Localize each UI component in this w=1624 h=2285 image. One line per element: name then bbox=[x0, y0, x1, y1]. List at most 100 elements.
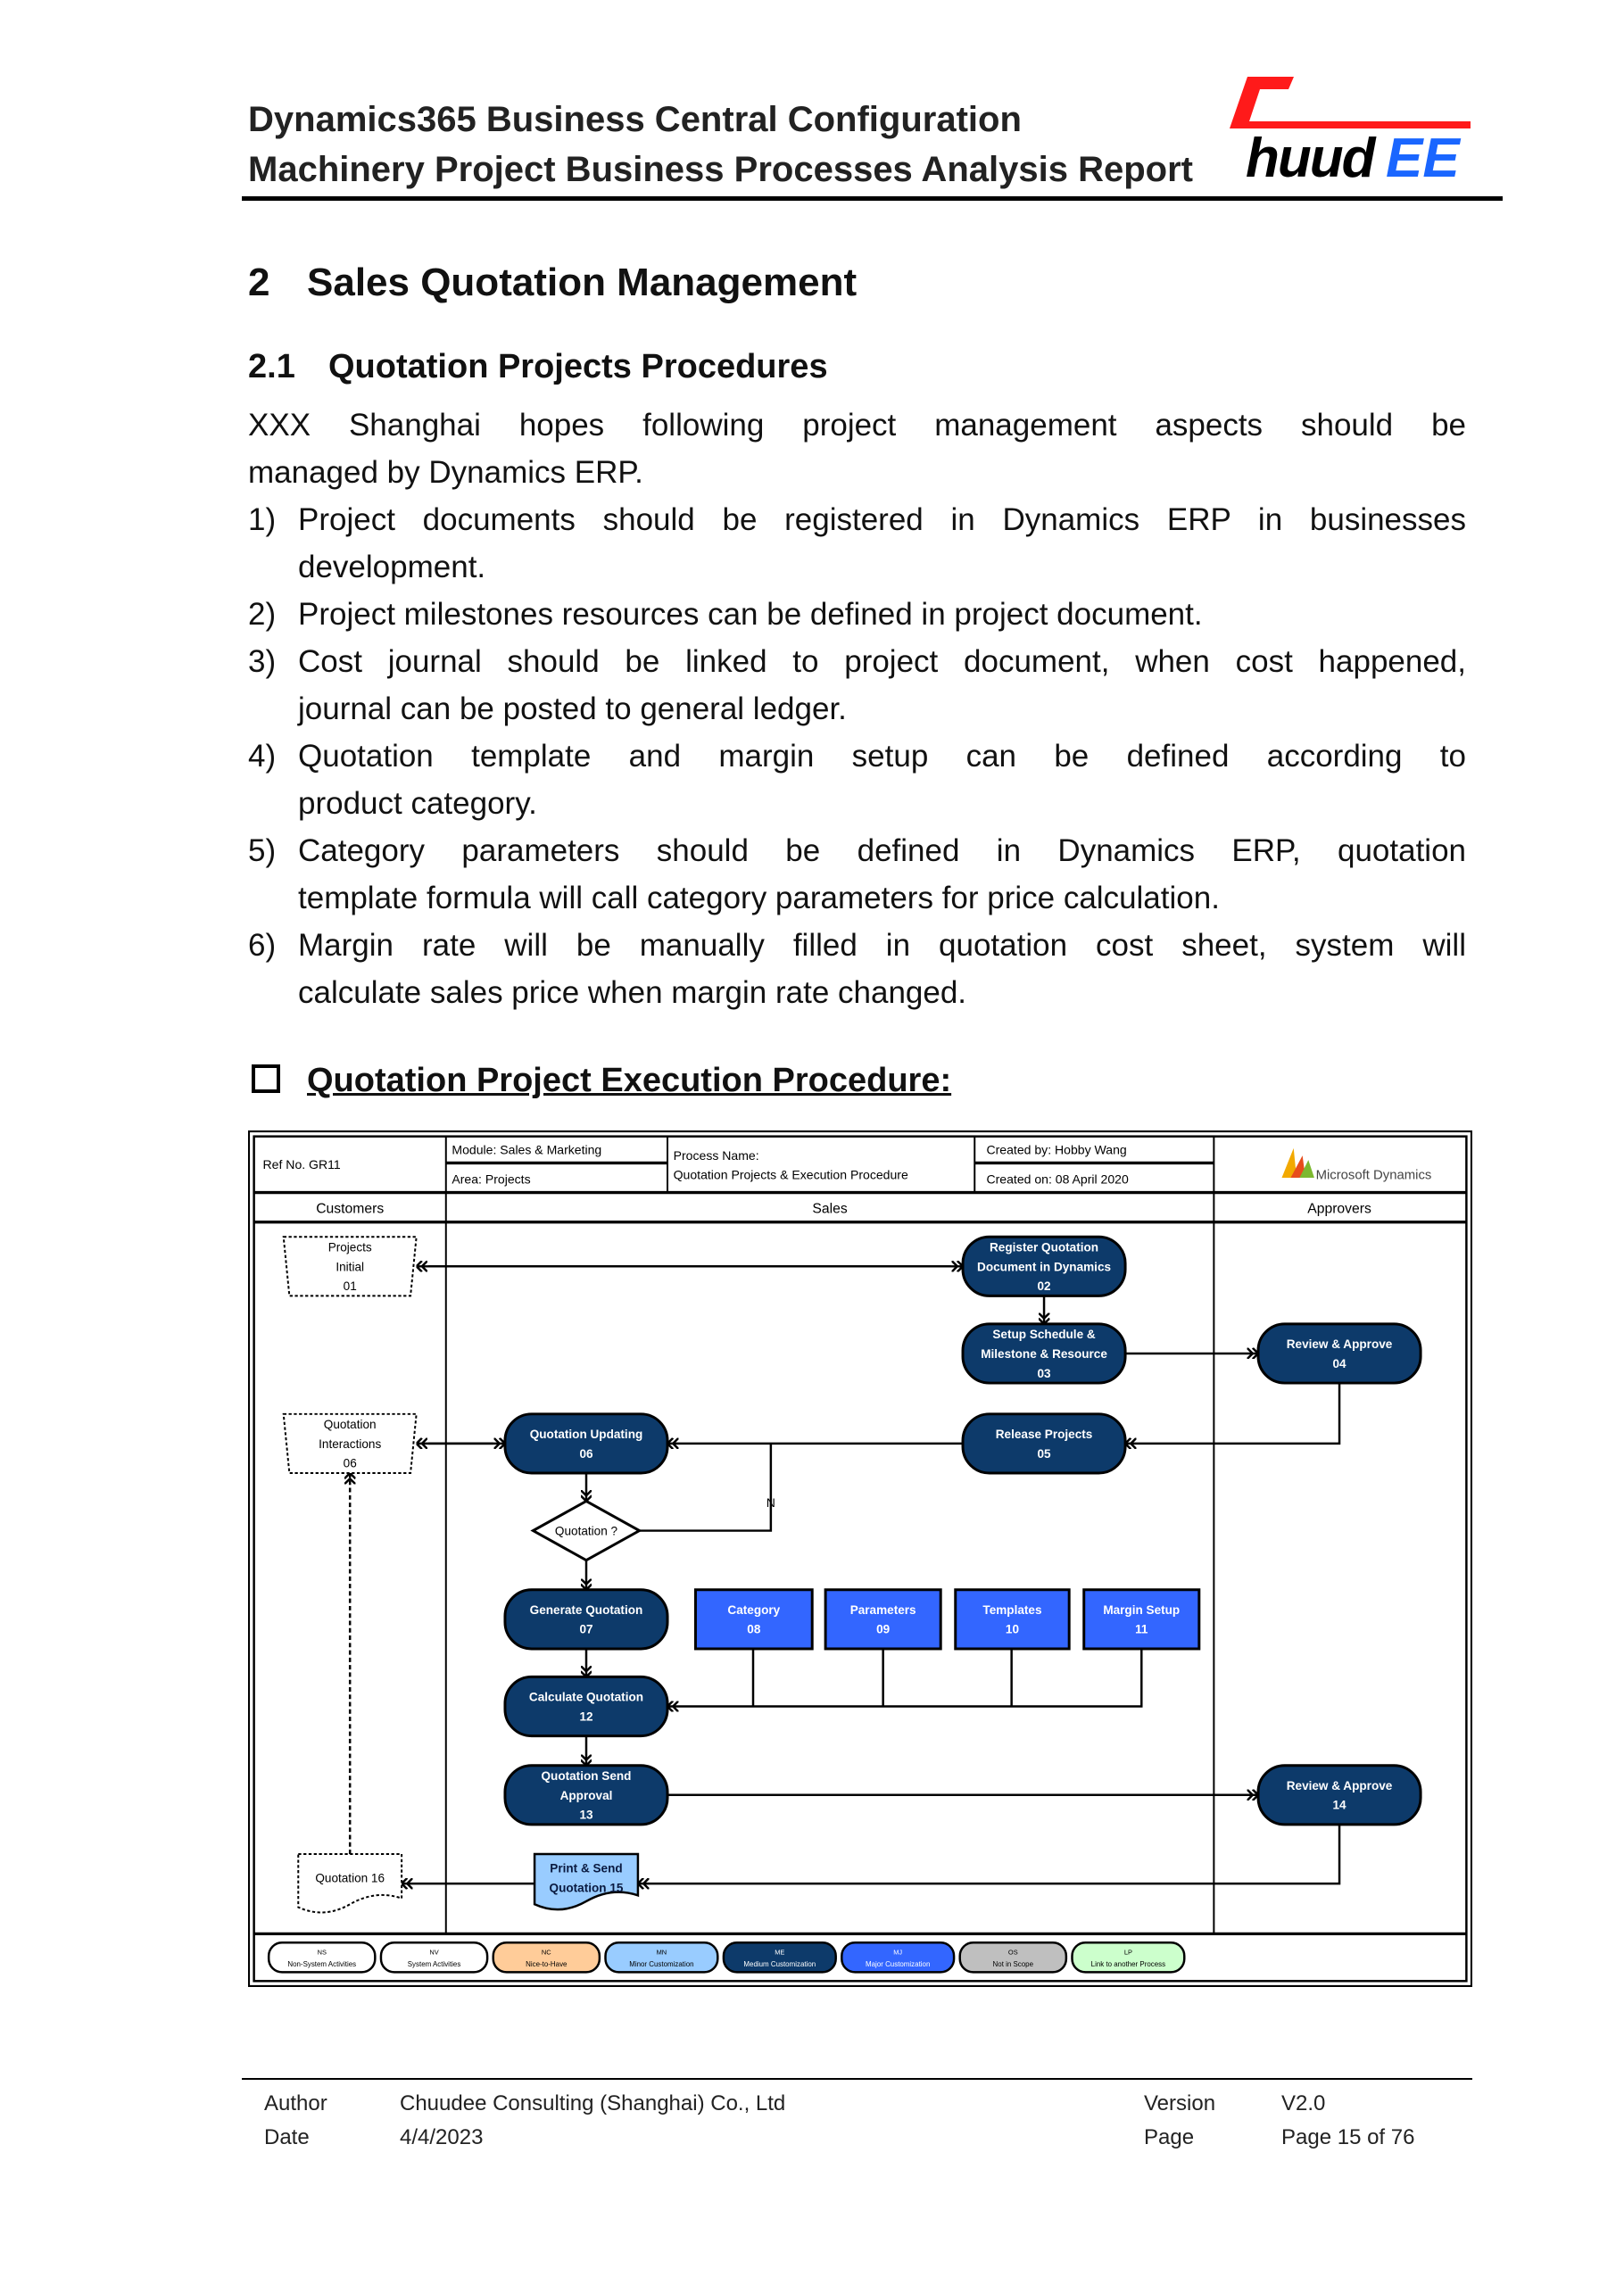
footer-date: 4/4/2023 bbox=[400, 2125, 484, 2149]
created-on: Created on: 08 April 2020 bbox=[987, 1172, 1129, 1187]
created-by: Created by: Hobby Wang bbox=[987, 1143, 1127, 1157]
node-label: Initial bbox=[336, 1260, 364, 1273]
node-label: 01 bbox=[344, 1279, 357, 1293]
list-item: 2) Project milestones resources can be de… bbox=[248, 591, 1466, 638]
legend-item-lp: LP Link to another Process bbox=[1071, 1941, 1186, 1974]
node-label: 02 bbox=[1038, 1279, 1051, 1293]
node-label: Interactions bbox=[319, 1437, 381, 1451]
process-node-n15[interactable]: Print & Send Quotation 15 bbox=[533, 1852, 640, 1911]
svg-text:OS: OS bbox=[1008, 1949, 1018, 1957]
list-number: 2) bbox=[248, 597, 277, 632]
process-node-n13[interactable]: Quotation Send Approval 13 bbox=[503, 1764, 669, 1826]
node-label: 11 bbox=[1135, 1623, 1148, 1636]
list-item-line: template formula will call category para… bbox=[298, 881, 1220, 915]
list-number: 4) bbox=[248, 739, 277, 774]
process-flow-diagram: Ref No. GR11 Module: Sales & Marketing A… bbox=[248, 1130, 1472, 1987]
document-title-line2: Machinery Project Business Processes Ana… bbox=[248, 150, 1193, 189]
node-label: Parameters bbox=[850, 1603, 916, 1617]
document-title-line1: Dynamics365 Business Central Configurati… bbox=[248, 100, 1022, 139]
node-label: Milestone & Resource bbox=[981, 1347, 1107, 1361]
intro-line: managed by Dynamics ERP. bbox=[248, 455, 643, 490]
footer-page: Page 15 of 76 bbox=[1281, 2125, 1415, 2149]
list-item: 5) Category parameters should be defined … bbox=[248, 827, 1466, 922]
process-node-n05[interactable]: Release Projects 05 bbox=[961, 1412, 1127, 1475]
list-item-line: Project milestones resources can be defi… bbox=[298, 597, 1203, 632]
process-node-n01[interactable]: Projects Initial 01 bbox=[282, 1236, 418, 1297]
process-node-n10[interactable]: Templates 10 bbox=[954, 1588, 1071, 1651]
svg-text:Nice-to-Have: Nice-to-Have bbox=[526, 1960, 568, 1968]
node-label: Projects bbox=[328, 1240, 372, 1254]
process-node-n07[interactable]: Generate Quotation 07 bbox=[503, 1588, 669, 1651]
body-text: XXX Shanghai hopes following project man… bbox=[248, 402, 1466, 1016]
node-label: Print & Send bbox=[550, 1862, 622, 1875]
list-item-line: Quotation template and margin setup can … bbox=[298, 739, 1466, 774]
footer-version-label: Version bbox=[1144, 2091, 1216, 2115]
list-item: 4) Quotation template and margin setup ca… bbox=[248, 733, 1466, 827]
svg-text:System Activities: System Activities bbox=[408, 1960, 461, 1968]
checkbox-icon[interactable] bbox=[252, 1064, 280, 1093]
legend-item-mj: MJ Major Customization bbox=[841, 1941, 956, 1974]
svg-text:Link to another Process: Link to another Process bbox=[1091, 1960, 1165, 1968]
process-node-n14[interactable]: Review & Approve 14 bbox=[1256, 1764, 1422, 1826]
node-label: Setup Schedule & bbox=[992, 1328, 1096, 1341]
lane-customers: Customers bbox=[316, 1202, 384, 1217]
flow-connectors bbox=[350, 1266, 1341, 1883]
process-name: Quotation Projects & Execution Procedure bbox=[674, 1168, 908, 1182]
process-node-n09[interactable]: Parameters 09 bbox=[824, 1588, 942, 1651]
svg-text:MJ: MJ bbox=[893, 1949, 902, 1957]
process-node-c06[interactable]: Quotation Interactions 06 bbox=[282, 1412, 418, 1475]
diagram-frame bbox=[248, 1130, 1472, 1987]
svg-text:NC: NC bbox=[542, 1949, 551, 1957]
node-label: 06 bbox=[579, 1447, 593, 1461]
node-label: Review & Approve bbox=[1287, 1337, 1393, 1351]
process-node-n06[interactable]: Quotation Updating 06 bbox=[503, 1412, 669, 1475]
list-item-line: Cost journal should be linked to project… bbox=[298, 644, 1466, 679]
process-node-dq[interactable]: Quotation ? bbox=[530, 1499, 642, 1562]
intro-line: XXX Shanghai hopes following project man… bbox=[248, 408, 1466, 443]
section-heading: 2 Sales Quotation Management bbox=[248, 261, 858, 304]
list-item-line: product category. bbox=[298, 786, 537, 821]
node-label: Margin Setup bbox=[1103, 1603, 1180, 1617]
node-label: 14 bbox=[1333, 1799, 1347, 1812]
node-label: Quotation 15 bbox=[550, 1881, 624, 1894]
process-node-c16[interactable]: Quotation 16 bbox=[297, 1853, 403, 1914]
node-label: Quotation bbox=[324, 1418, 377, 1431]
node-label: 12 bbox=[579, 1710, 592, 1723]
list-item-line: Category parameters should be defined in… bbox=[298, 833, 1466, 868]
node-label: Quotation ? bbox=[555, 1525, 618, 1538]
svg-text:Microsoft Dynamics: Microsoft Dynamics bbox=[1316, 1169, 1432, 1183]
legend-item-me: ME Medium Customization bbox=[722, 1941, 837, 1974]
svg-text:Medium Customization: Medium Customization bbox=[743, 1960, 816, 1968]
svg-text:NS: NS bbox=[318, 1949, 327, 1957]
svg-text:Not in Scope: Not in Scope bbox=[993, 1960, 1034, 1968]
node-label: Release Projects bbox=[996, 1428, 1093, 1441]
node-label: Quotation Send bbox=[542, 1769, 632, 1783]
node-label: Register Quotation bbox=[990, 1240, 1098, 1254]
list-item-line: calculate sales price when margin rate c… bbox=[298, 975, 967, 1010]
module-label: Module: Sales & Marketing bbox=[452, 1143, 601, 1157]
legend-item-os: OS Not in Scope bbox=[958, 1941, 1068, 1974]
svg-text:LP: LP bbox=[1124, 1949, 1132, 1957]
lane-sales: Sales bbox=[812, 1202, 847, 1217]
node-label: Generate Quotation bbox=[530, 1603, 643, 1617]
header-rule bbox=[242, 196, 1503, 201]
process-node-n12[interactable]: Calculate Quotation 12 bbox=[503, 1675, 669, 1738]
chuudee-logo: huud EE bbox=[1230, 77, 1471, 180]
node-label: 04 bbox=[1333, 1357, 1347, 1370]
legend-item-nc: NC Nice-to-Have bbox=[492, 1941, 601, 1974]
process-node-n03[interactable]: Setup Schedule & Milestone & Resource 03 bbox=[961, 1322, 1127, 1385]
node-label: 03 bbox=[1038, 1367, 1052, 1380]
svg-text:EE: EE bbox=[1386, 128, 1461, 180]
process-node-n02[interactable]: Register Quotation Document in Dynamics 02 bbox=[961, 1235, 1127, 1297]
process-node-n11[interactable]: Margin Setup 11 bbox=[1082, 1588, 1201, 1651]
process-node-n04[interactable]: Review & Approve 04 bbox=[1256, 1322, 1422, 1385]
list-number: 6) bbox=[248, 928, 277, 963]
process-node-n08[interactable]: Category 08 bbox=[693, 1588, 814, 1651]
node-label: Document in Dynamics bbox=[977, 1260, 1111, 1273]
area-label: Area: Projects bbox=[452, 1172, 530, 1187]
footer-rule bbox=[242, 2078, 1472, 2080]
legend-item-ns: NS Non-System Activities bbox=[267, 1941, 377, 1974]
footer-date-label: Date bbox=[264, 2125, 310, 2149]
svg-text:MN: MN bbox=[657, 1949, 667, 1957]
node-label: 05 bbox=[1038, 1447, 1052, 1461]
